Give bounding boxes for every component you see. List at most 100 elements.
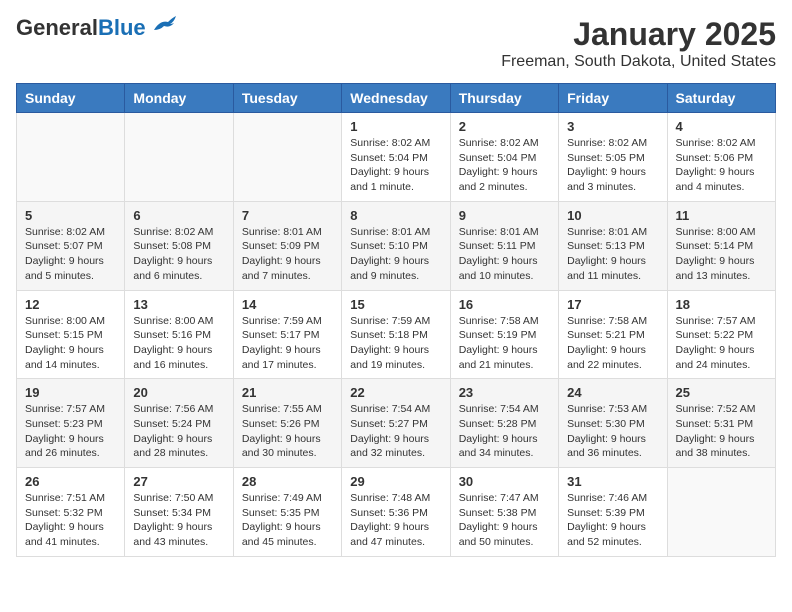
- day-info: Sunrise: 7:58 AM Sunset: 5:19 PM Dayligh…: [459, 314, 550, 373]
- day-number: 12: [25, 297, 116, 312]
- calendar-table: SundayMondayTuesdayWednesdayThursdayFrid…: [16, 83, 776, 557]
- calendar-day-cell: 9 Sunrise: 8:01 AM Sunset: 5:11 PM Daylig…: [450, 201, 558, 290]
- title-area: January 2025 Freeman, South Dakota, Unit…: [501, 16, 776, 71]
- calendar-day-cell: [233, 113, 341, 202]
- day-info: Sunrise: 8:02 AM Sunset: 5:04 PM Dayligh…: [350, 136, 441, 195]
- day-number: 8: [350, 208, 441, 223]
- day-number: 13: [133, 297, 224, 312]
- calendar-day-cell: 24 Sunrise: 7:53 AM Sunset: 5:30 PM Dayli…: [559, 379, 667, 468]
- calendar-week-row: 19 Sunrise: 7:57 AM Sunset: 5:23 PM Dayli…: [17, 379, 776, 468]
- logo-bird-icon: [150, 12, 178, 34]
- calendar-day-cell: 18 Sunrise: 7:57 AM Sunset: 5:22 PM Dayli…: [667, 290, 775, 379]
- calendar-header-monday: Monday: [125, 84, 233, 113]
- day-info: Sunrise: 7:57 AM Sunset: 5:22 PM Dayligh…: [676, 314, 767, 373]
- calendar-day-cell: [667, 468, 775, 557]
- day-number: 1: [350, 119, 441, 134]
- day-number: 21: [242, 385, 333, 400]
- day-info: Sunrise: 7:46 AM Sunset: 5:39 PM Dayligh…: [567, 491, 658, 550]
- day-info: Sunrise: 7:53 AM Sunset: 5:30 PM Dayligh…: [567, 402, 658, 461]
- header: GeneralBlue January 2025 Freeman, South …: [16, 16, 776, 71]
- day-info: Sunrise: 8:02 AM Sunset: 5:06 PM Dayligh…: [676, 136, 767, 195]
- calendar-header-thursday: Thursday: [450, 84, 558, 113]
- calendar-day-cell: 21 Sunrise: 7:55 AM Sunset: 5:26 PM Dayli…: [233, 379, 341, 468]
- calendar-day-cell: 29 Sunrise: 7:48 AM Sunset: 5:36 PM Dayli…: [342, 468, 450, 557]
- day-info: Sunrise: 8:01 AM Sunset: 5:10 PM Dayligh…: [350, 225, 441, 284]
- day-number: 19: [25, 385, 116, 400]
- day-number: 15: [350, 297, 441, 312]
- calendar-day-cell: 27 Sunrise: 7:50 AM Sunset: 5:34 PM Dayli…: [125, 468, 233, 557]
- day-number: 2: [459, 119, 550, 134]
- calendar-day-cell: 12 Sunrise: 8:00 AM Sunset: 5:15 PM Dayli…: [17, 290, 125, 379]
- calendar-day-cell: 3Sunrise: 8:02 AM Sunset: 5:05 PM Daylig…: [559, 113, 667, 202]
- calendar-day-cell: 15Sunrise: 7:59 AM Sunset: 5:18 PM Dayli…: [342, 290, 450, 379]
- day-info: Sunrise: 8:00 AM Sunset: 5:14 PM Dayligh…: [676, 225, 767, 284]
- day-info: Sunrise: 7:47 AM Sunset: 5:38 PM Dayligh…: [459, 491, 550, 550]
- day-info: Sunrise: 8:02 AM Sunset: 5:07 PM Dayligh…: [25, 225, 116, 284]
- day-info: Sunrise: 8:01 AM Sunset: 5:11 PM Dayligh…: [459, 225, 550, 284]
- day-number: 16: [459, 297, 550, 312]
- day-info: Sunrise: 8:00 AM Sunset: 5:16 PM Dayligh…: [133, 314, 224, 373]
- day-number: 28: [242, 474, 333, 489]
- calendar-day-cell: 13 Sunrise: 8:00 AM Sunset: 5:16 PM Dayli…: [125, 290, 233, 379]
- day-info: Sunrise: 8:01 AM Sunset: 5:13 PM Dayligh…: [567, 225, 658, 284]
- day-info: Sunrise: 7:48 AM Sunset: 5:36 PM Dayligh…: [350, 491, 441, 550]
- calendar-day-cell: 11 Sunrise: 8:00 AM Sunset: 5:14 PM Dayli…: [667, 201, 775, 290]
- day-number: 30: [459, 474, 550, 489]
- day-info: Sunrise: 7:50 AM Sunset: 5:34 PM Dayligh…: [133, 491, 224, 550]
- day-number: 23: [459, 385, 550, 400]
- calendar-day-cell: 8 Sunrise: 8:01 AM Sunset: 5:10 PM Daylig…: [342, 201, 450, 290]
- calendar-day-cell: 7Sunrise: 8:01 AM Sunset: 5:09 PM Daylig…: [233, 201, 341, 290]
- day-info: Sunrise: 7:57 AM Sunset: 5:23 PM Dayligh…: [25, 402, 116, 461]
- day-info: Sunrise: 7:55 AM Sunset: 5:26 PM Dayligh…: [242, 402, 333, 461]
- day-info: Sunrise: 7:58 AM Sunset: 5:21 PM Dayligh…: [567, 314, 658, 373]
- calendar-week-row: 26Sunrise: 7:51 AM Sunset: 5:32 PM Dayli…: [17, 468, 776, 557]
- calendar-week-row: 5 Sunrise: 8:02 AM Sunset: 5:07 PM Daylig…: [17, 201, 776, 290]
- day-number: 24: [567, 385, 658, 400]
- day-number: 29: [350, 474, 441, 489]
- calendar-day-cell: 16 Sunrise: 7:58 AM Sunset: 5:19 PM Dayli…: [450, 290, 558, 379]
- calendar-header-friday: Friday: [559, 84, 667, 113]
- calendar-day-cell: 17 Sunrise: 7:58 AM Sunset: 5:21 PM Dayli…: [559, 290, 667, 379]
- calendar-day-cell: 5 Sunrise: 8:02 AM Sunset: 5:07 PM Daylig…: [17, 201, 125, 290]
- calendar-day-cell: 6 Sunrise: 8:02 AM Sunset: 5:08 PM Daylig…: [125, 201, 233, 290]
- calendar-week-row: 12 Sunrise: 8:00 AM Sunset: 5:15 PM Dayli…: [17, 290, 776, 379]
- calendar-day-cell: 19 Sunrise: 7:57 AM Sunset: 5:23 PM Dayli…: [17, 379, 125, 468]
- day-number: 18: [676, 297, 767, 312]
- day-info: Sunrise: 7:54 AM Sunset: 5:28 PM Dayligh…: [459, 402, 550, 461]
- calendar-header-row: SundayMondayTuesdayWednesdayThursdayFrid…: [17, 84, 776, 113]
- calendar-day-cell: 31Sunrise: 7:46 AM Sunset: 5:39 PM Dayli…: [559, 468, 667, 557]
- day-number: 10: [567, 208, 658, 223]
- calendar-day-cell: 22Sunrise: 7:54 AM Sunset: 5:27 PM Dayli…: [342, 379, 450, 468]
- calendar-day-cell: 26Sunrise: 7:51 AM Sunset: 5:32 PM Dayli…: [17, 468, 125, 557]
- day-number: 22: [350, 385, 441, 400]
- day-number: 5: [25, 208, 116, 223]
- calendar-header-wednesday: Wednesday: [342, 84, 450, 113]
- day-info: Sunrise: 7:59 AM Sunset: 5:17 PM Dayligh…: [242, 314, 333, 373]
- day-number: 17: [567, 297, 658, 312]
- calendar-day-cell: [125, 113, 233, 202]
- calendar-day-cell: 1 Sunrise: 8:02 AM Sunset: 5:04 PM Daylig…: [342, 113, 450, 202]
- calendar-header-tuesday: Tuesday: [233, 84, 341, 113]
- day-info: Sunrise: 8:00 AM Sunset: 5:15 PM Dayligh…: [25, 314, 116, 373]
- day-number: 27: [133, 474, 224, 489]
- day-info: Sunrise: 8:02 AM Sunset: 5:04 PM Dayligh…: [459, 136, 550, 195]
- day-number: 9: [459, 208, 550, 223]
- calendar-week-row: 1 Sunrise: 8:02 AM Sunset: 5:04 PM Daylig…: [17, 113, 776, 202]
- calendar-day-cell: 4Sunrise: 8:02 AM Sunset: 5:06 PM Daylig…: [667, 113, 775, 202]
- day-info: Sunrise: 7:52 AM Sunset: 5:31 PM Dayligh…: [676, 402, 767, 461]
- day-info: Sunrise: 7:49 AM Sunset: 5:35 PM Dayligh…: [242, 491, 333, 550]
- day-number: 6: [133, 208, 224, 223]
- day-info: Sunrise: 7:51 AM Sunset: 5:32 PM Dayligh…: [25, 491, 116, 550]
- day-info: Sunrise: 8:02 AM Sunset: 5:08 PM Dayligh…: [133, 225, 224, 284]
- calendar-day-cell: 23 Sunrise: 7:54 AM Sunset: 5:28 PM Dayli…: [450, 379, 558, 468]
- calendar-day-cell: 10 Sunrise: 8:01 AM Sunset: 5:13 PM Dayli…: [559, 201, 667, 290]
- calendar-day-cell: 28 Sunrise: 7:49 AM Sunset: 5:35 PM Dayli…: [233, 468, 341, 557]
- calendar-day-cell: 20Sunrise: 7:56 AM Sunset: 5:24 PM Dayli…: [125, 379, 233, 468]
- page-subtitle: Freeman, South Dakota, United States: [501, 53, 776, 71]
- day-number: 20: [133, 385, 224, 400]
- day-number: 7: [242, 208, 333, 223]
- day-info: Sunrise: 8:02 AM Sunset: 5:05 PM Dayligh…: [567, 136, 658, 195]
- logo: GeneralBlue: [16, 16, 178, 40]
- logo-text: GeneralBlue: [16, 16, 146, 40]
- day-number: 11: [676, 208, 767, 223]
